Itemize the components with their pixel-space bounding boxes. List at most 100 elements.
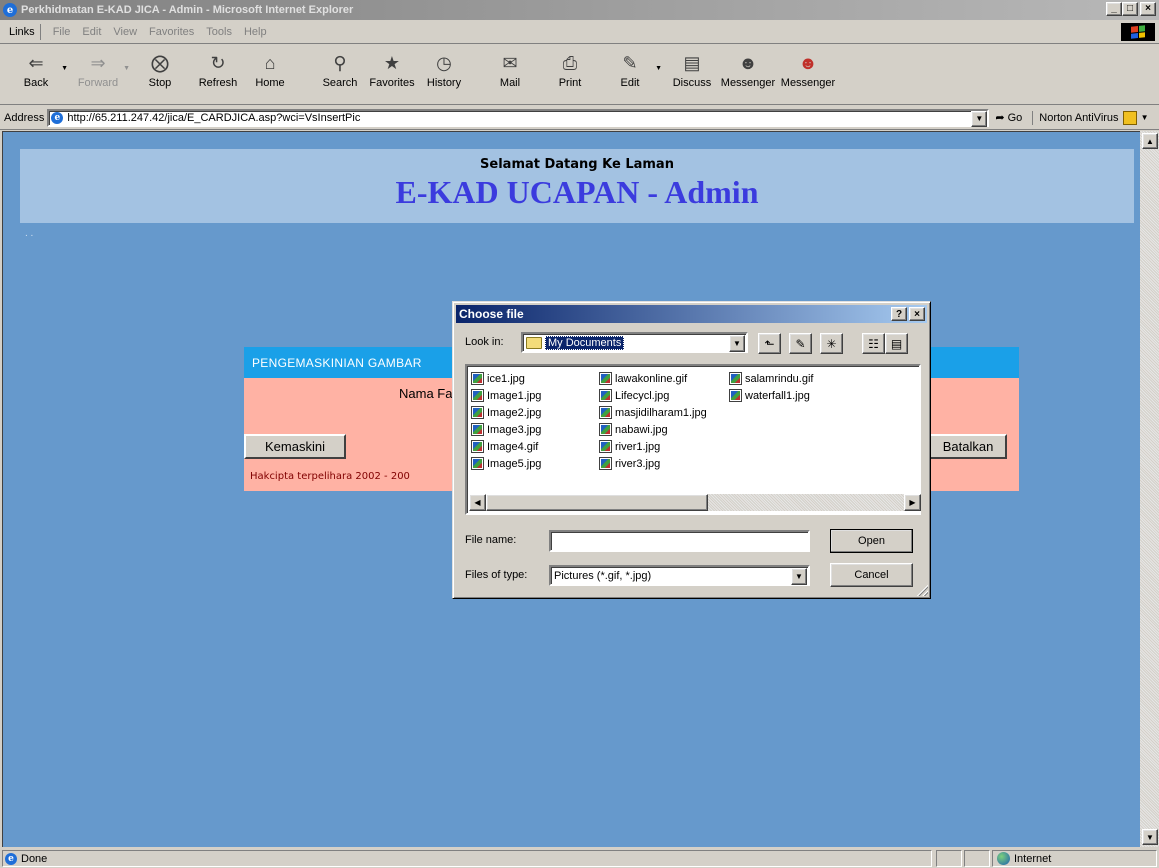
refresh-label: Refresh: [198, 77, 238, 89]
file-list-hscrollbar[interactable]: ◀ ▶: [469, 494, 921, 511]
address-dropdown-button[interactable]: ▼: [971, 110, 988, 127]
file-item[interactable]: river3.jpg: [599, 455, 707, 472]
mail-button[interactable]: ✉ Mail: [484, 45, 536, 101]
look-in-select[interactable]: My Documents ▼: [521, 332, 748, 353]
scroll-left-button[interactable]: ◀: [469, 494, 486, 511]
scroll-down-button[interactable]: ▼: [1142, 829, 1158, 845]
copyright-text: Hakcipta terpelihara 2002 - 200: [250, 471, 410, 482]
search-label: Search: [322, 77, 358, 89]
files-of-type-select[interactable]: Pictures (*.gif, *.jpg) ▼: [549, 565, 810, 586]
messenger-button[interactable]: ☻ Messenger: [718, 45, 778, 101]
edit-button[interactable]: ✎ Edit ▼: [604, 45, 662, 101]
menu-edit[interactable]: Edit: [82, 26, 101, 38]
favorites-button[interactable]: ★ Favorites: [366, 45, 418, 101]
list-view-button[interactable]: ☷: [862, 333, 885, 354]
home-icon: ⌂: [264, 52, 276, 73]
cancel-page-button[interactable]: Batalkan: [929, 434, 1007, 459]
dialog-title-bar[interactable]: Choose file ? ×: [456, 305, 927, 323]
decorative-dots: . .: [25, 228, 34, 239]
image-file-icon: [471, 406, 484, 419]
file-item[interactable]: salamrindu.gif: [729, 370, 813, 387]
up-one-level-button[interactable]: ⬑: [758, 333, 781, 354]
history-button[interactable]: ◷ History: [418, 45, 470, 101]
search-button[interactable]: ⚲ Search: [314, 45, 366, 101]
scroll-right-button[interactable]: ▶: [904, 494, 921, 511]
update-button[interactable]: Kemaskini: [244, 434, 346, 459]
status-pane: e Done: [2, 850, 932, 867]
file-item[interactable]: nabawi.jpg: [599, 421, 707, 438]
maximize-button[interactable]: □: [1122, 2, 1138, 16]
address-input[interactable]: e http://65.211.247.42/jica/E_CARDJICA.a…: [47, 108, 990, 127]
ie-logo-icon: e: [3, 3, 17, 17]
file-name: ice1.jpg: [487, 372, 525, 385]
file-name: nabawi.jpg: [615, 423, 668, 436]
status-text: Done: [21, 852, 48, 865]
resize-grip-icon[interactable]: [916, 584, 928, 596]
file-name-input[interactable]: [549, 530, 810, 552]
file-item[interactable]: Image3.jpg: [471, 421, 541, 438]
go-button[interactable]: ➦ Go: [995, 111, 1022, 125]
new-folder-button[interactable]: ✳: [820, 333, 843, 354]
messenger-badge-button[interactable]: ☻ Messenger: [778, 45, 838, 101]
desktop-button[interactable]: ✎: [789, 333, 812, 354]
dropdown-arrow-icon[interactable]: ▼: [123, 65, 130, 72]
files-of-type-dropdown-button[interactable]: ▼: [791, 568, 807, 585]
forward-button[interactable]: ⇒ Forward ▼: [72, 45, 130, 101]
dialog-close-button[interactable]: ×: [909, 307, 925, 321]
menu-favorites[interactable]: Favorites: [149, 26, 194, 38]
file-list[interactable]: ice1.jpg Image1.jpg Image2.jpg Image3.jp…: [465, 364, 921, 515]
menu-file[interactable]: File: [53, 26, 71, 38]
menu-help[interactable]: Help: [244, 26, 267, 38]
file-name: masjidilharam1.jpg: [615, 406, 707, 419]
image-file-icon: [471, 457, 484, 470]
window-title-bar[interactable]: e Perkhidmatan E-KAD JICA - Admin - Micr…: [0, 0, 1159, 20]
menu-view[interactable]: View: [113, 26, 137, 38]
home-button[interactable]: ⌂ Home: [244, 45, 296, 101]
image-file-icon: [599, 372, 612, 385]
file-item[interactable]: Image1.jpg: [471, 387, 541, 404]
stop-button[interactable]: ⨂ Stop: [134, 45, 186, 101]
zone-text: Internet: [1014, 852, 1052, 865]
go-arrow-icon: ➦: [995, 112, 1005, 124]
file-item[interactable]: Lifecycl.jpg: [599, 387, 707, 404]
dropdown-arrow-icon[interactable]: ▼: [655, 65, 662, 72]
look-in-dropdown-button[interactable]: ▼: [729, 335, 745, 352]
details-view-button[interactable]: ▤: [885, 333, 908, 354]
scroll-thumb[interactable]: [486, 494, 708, 511]
standard-toolbar: ⇐ Back ▼ ⇒ Forward ▼ ⨂ Stop ↻ Refresh ⌂ …: [0, 45, 1159, 105]
details-view-icon: ▤: [890, 336, 903, 351]
norton-antivirus-button[interactable]: Norton AntiVirus ▼: [1032, 110, 1149, 125]
help-button[interactable]: ?: [891, 307, 907, 321]
desktop-icon: ✎: [795, 336, 806, 351]
discuss-button[interactable]: ▤ Discuss: [666, 45, 718, 101]
chevron-down-icon[interactable]: ▼: [1141, 113, 1149, 122]
menu-tools[interactable]: Tools: [206, 26, 232, 38]
refresh-button[interactable]: ↻ Refresh: [192, 45, 244, 101]
page-banner: Selamat Datang Ke Laman E-KAD UCAPAN - A…: [20, 149, 1134, 223]
links-toolbar-label[interactable]: Links: [4, 23, 41, 40]
close-button[interactable]: ×: [1140, 2, 1156, 16]
file-item[interactable]: Image2.jpg: [471, 404, 541, 421]
scroll-up-button[interactable]: ▲: [1142, 133, 1158, 149]
file-item[interactable]: waterfall1.jpg: [729, 387, 813, 404]
minimize-button[interactable]: _: [1106, 2, 1122, 16]
file-item[interactable]: Image4.gif: [471, 438, 541, 455]
search-icon: ⚲: [333, 52, 347, 73]
file-name: Image4.gif: [487, 440, 539, 453]
file-item[interactable]: Image5.jpg: [471, 455, 541, 472]
vertical-scrollbar[interactable]: ▲ ▼: [1140, 131, 1159, 847]
file-item[interactable]: lawakonline.gif: [599, 370, 707, 387]
back-button[interactable]: ⇐ Back ▼: [10, 45, 68, 101]
file-item[interactable]: ice1.jpg: [471, 370, 541, 387]
address-bar: Address e http://65.211.247.42/jica/E_CA…: [0, 106, 1159, 130]
file-item[interactable]: masjidilharam1.jpg: [599, 404, 707, 421]
dropdown-arrow-icon[interactable]: ▼: [61, 65, 68, 72]
open-button[interactable]: Open: [830, 529, 913, 553]
print-button[interactable]: ⎙ Print: [544, 45, 596, 101]
file-name: waterfall1.jpg: [745, 389, 810, 402]
file-name-label: File name:: [465, 534, 517, 546]
cancel-button[interactable]: Cancel: [830, 563, 913, 587]
image-file-icon: [729, 389, 742, 402]
file-item[interactable]: river1.jpg: [599, 438, 707, 455]
norton-icon: [1122, 110, 1137, 125]
